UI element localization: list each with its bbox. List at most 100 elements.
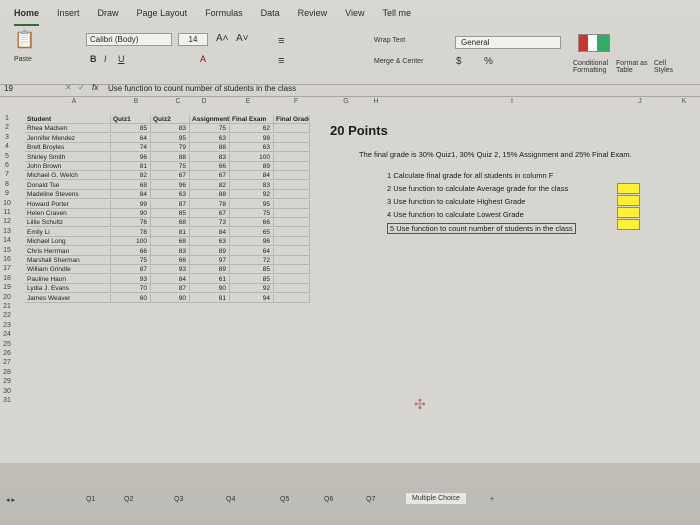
row-header[interactable]: 5 (0, 153, 14, 160)
sheet-nav-icon[interactable]: ◂ ▸ (6, 496, 15, 504)
merge-center-button[interactable]: Merge & Center (374, 58, 423, 65)
row-header[interactable]: 28 (0, 369, 14, 376)
score-cell[interactable]: 94 (230, 293, 274, 303)
student-name-cell[interactable]: Michael Long (25, 237, 111, 247)
final-grade-cell[interactable] (274, 284, 310, 294)
score-cell[interactable]: 83 (151, 124, 190, 134)
answer-cell-highest[interactable] (617, 195, 640, 206)
row-header[interactable]: 25 (0, 341, 14, 348)
score-cell[interactable]: 60 (111, 293, 151, 303)
score-cell[interactable]: 89 (230, 162, 274, 171)
score-cell[interactable]: 87 (151, 199, 190, 209)
add-sheet-button[interactable]: + (490, 496, 494, 503)
score-cell[interactable]: 75 (111, 256, 151, 265)
score-cell[interactable]: 64 (111, 133, 151, 143)
score-cell[interactable]: 61 (190, 274, 230, 284)
score-cell[interactable]: 78 (190, 199, 230, 209)
score-cell[interactable]: 90 (151, 293, 190, 303)
score-cell[interactable]: 66 (151, 256, 190, 265)
student-name-cell[interactable]: Madeline Stevens (25, 190, 111, 200)
sheet-tab-q4[interactable]: Q4 (226, 496, 235, 503)
cell-styles-button[interactable]: Cell Styles (654, 60, 680, 74)
tab-page-layout[interactable]: Page Layout (137, 8, 188, 26)
student-name-cell[interactable]: Lillie Schultz (25, 218, 111, 228)
score-cell[interactable]: 68 (151, 237, 190, 247)
student-name-cell[interactable]: Marshall Sherman (25, 256, 111, 265)
score-cell[interactable]: 81 (151, 227, 190, 237)
align-top-icon[interactable]: ≡ (278, 35, 284, 47)
score-cell[interactable]: 75 (190, 124, 230, 134)
table-header-cell[interactable]: Quiz1 (111, 115, 151, 124)
table-header-cell[interactable]: Student (25, 115, 111, 124)
score-cell[interactable]: 75 (151, 162, 190, 171)
worksheet-grid[interactable]: A B C D E F G H I J K 1 2 3 4 5 6 7 8 9 10 11 12 13 1… (0, 98, 700, 463)
number-format-select[interactable]: General (455, 36, 561, 49)
score-cell[interactable]: 73 (190, 218, 230, 228)
student-name-cell[interactable]: Emily Li (25, 227, 111, 237)
sheet-tab-q3[interactable]: Q3 (174, 496, 183, 503)
row-header[interactable]: 4 (0, 143, 14, 150)
font-size-select[interactable]: 14 (178, 33, 208, 46)
student-name-cell[interactable]: Donald Tse (25, 180, 111, 190)
score-cell[interactable]: 66 (190, 162, 230, 171)
score-cell[interactable]: 93 (111, 274, 151, 284)
score-cell[interactable]: 78 (111, 227, 151, 237)
column-header-f[interactable]: F (286, 98, 306, 108)
font-color-icon[interactable]: A (200, 54, 206, 64)
score-cell[interactable]: 85 (230, 274, 274, 284)
final-grade-cell[interactable] (274, 190, 310, 200)
score-cell[interactable]: 67 (151, 171, 190, 181)
column-header-g[interactable]: G (336, 98, 356, 108)
score-cell[interactable]: 85 (111, 124, 151, 134)
conditional-formatting-icon[interactable] (578, 34, 610, 52)
row-header[interactable]: 31 (0, 397, 14, 404)
score-cell[interactable]: 82 (111, 171, 151, 181)
score-cell[interactable]: 96 (151, 180, 190, 190)
student-name-cell[interactable]: Chris Herrman (25, 246, 111, 256)
tab-insert[interactable]: Insert (57, 8, 80, 26)
score-cell[interactable]: 100 (111, 237, 151, 247)
row-header[interactable]: 15 (0, 247, 14, 254)
score-cell[interactable]: 84 (230, 171, 274, 181)
score-cell[interactable]: 93 (151, 265, 190, 275)
score-cell[interactable]: 72 (230, 256, 274, 265)
student-name-cell[interactable]: Helen Craven (25, 209, 111, 218)
score-cell[interactable]: 66 (230, 218, 274, 228)
row-header[interactable]: 14 (0, 237, 14, 244)
student-name-cell[interactable]: Jennifer Mendez (25, 133, 111, 143)
sheet-tab-multiple-choice[interactable]: Multiple Choice (406, 493, 466, 504)
score-cell[interactable]: 100 (230, 152, 274, 162)
student-name-cell[interactable]: Rhea Madsen (25, 124, 111, 134)
column-header-b[interactable]: B (126, 98, 146, 108)
score-cell[interactable]: 82 (190, 180, 230, 190)
answer-cell-count[interactable] (617, 219, 640, 230)
score-cell[interactable]: 92 (230, 190, 274, 200)
row-header[interactable]: 11 (0, 209, 14, 216)
table-header-cell[interactable]: Final Exam (230, 115, 274, 124)
student-name-cell[interactable]: James Weaver (25, 293, 111, 303)
score-cell[interactable]: 96 (111, 152, 151, 162)
score-cell[interactable]: 84 (151, 274, 190, 284)
score-cell[interactable]: 87 (111, 265, 151, 275)
final-grade-cell[interactable] (274, 171, 310, 181)
score-cell[interactable]: 97 (190, 256, 230, 265)
final-grade-cell[interactable] (274, 209, 310, 218)
row-header[interactable]: 1 (0, 115, 14, 122)
score-cell[interactable]: 99 (111, 199, 151, 209)
student-name-cell[interactable]: Lydia J. Evans (25, 284, 111, 294)
row-header[interactable]: 7 (0, 171, 14, 178)
font-name-select[interactable]: Calibri (Body) (86, 33, 172, 46)
final-grade-cell[interactable] (274, 162, 310, 171)
row-header[interactable]: 24 (0, 331, 14, 338)
final-grade-cell[interactable] (274, 293, 310, 303)
increase-font-icon[interactable]: A˄ (216, 33, 229, 44)
format-as-table-button[interactable]: Format as Table (616, 60, 654, 74)
row-header[interactable]: 10 (0, 200, 14, 207)
column-header-a[interactable]: A (64, 98, 84, 108)
row-header[interactable]: 29 (0, 378, 14, 385)
sheet-tab-q1[interactable]: Q1 (86, 496, 95, 503)
student-name-cell[interactable]: Michael G. Welch (25, 171, 111, 181)
score-cell[interactable]: 75 (230, 209, 274, 218)
tab-view[interactable]: View (345, 8, 364, 26)
student-name-cell[interactable]: Shirley Smith (25, 152, 111, 162)
